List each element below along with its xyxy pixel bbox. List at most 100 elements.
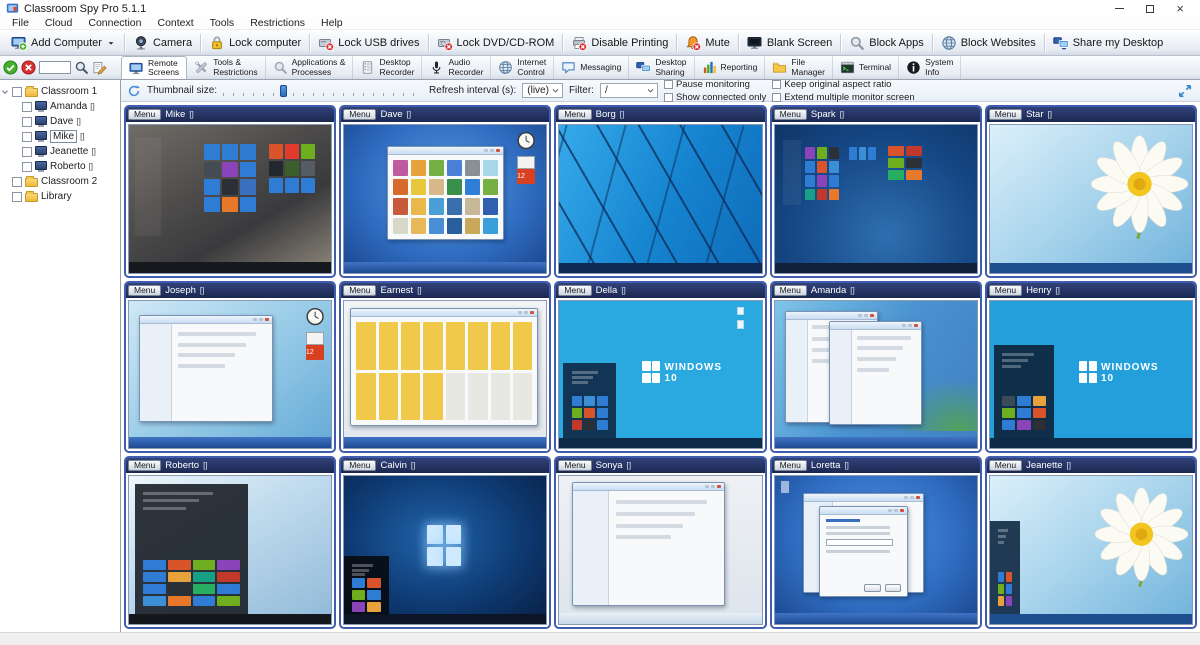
tab-internet-control[interactable]: Internet Control <box>491 56 555 79</box>
slider-thumb[interactable] <box>280 84 288 97</box>
checkbox-box[interactable] <box>663 79 673 89</box>
station-screen[interactable] <box>773 475 978 625</box>
maximize-button[interactable] <box>1146 4 1155 13</box>
tab-desktop-recorder[interactable]: Desktop Recorder <box>353 56 423 79</box>
edit-button[interactable] <box>92 60 107 75</box>
station-screen[interactable] <box>773 299 978 450</box>
station-menu-button[interactable]: Menu <box>128 109 162 120</box>
close-button[interactable]: × <box>1176 2 1184 15</box>
station-menu-button[interactable]: Menu <box>988 460 1023 472</box>
station-menu-button[interactable]: Menu <box>343 284 377 296</box>
tree-checkbox[interactable] <box>22 101 32 112</box>
connect-button[interactable] <box>3 60 18 75</box>
station-screen[interactable] <box>773 124 978 274</box>
thumbnail-size-slider[interactable] <box>223 84 424 97</box>
tab-desktop-sharing[interactable]: Desktop Sharing <box>629 56 695 79</box>
menu-item-help[interactable]: Help <box>313 17 351 29</box>
tab-tools-restrictions[interactable]: Tools & Restrictions <box>187 56 266 79</box>
tree-item-mike[interactable]: Mike[] <box>0 129 120 144</box>
toolbar-button-block-apps[interactable]: Block Apps <box>842 33 930 53</box>
toolbar-button-lock-usb-drives[interactable]: Lock USB drives <box>311 33 426 53</box>
tab-file-manager[interactable]: File Manager <box>765 56 833 79</box>
tab-remote-screens[interactable]: Remote Screens <box>121 56 188 79</box>
station-menu-button[interactable]: Menu <box>558 284 592 296</box>
minimize-button[interactable] <box>1115 8 1125 9</box>
tab-system-info[interactable]: System Info <box>899 56 962 79</box>
menu-item-restrictions[interactable]: Restrictions <box>242 17 313 29</box>
tree-item-jeanette[interactable]: Jeanette[] <box>0 144 120 159</box>
station-screen[interactable] <box>988 475 1193 625</box>
station-menu-button[interactable]: Menu <box>128 284 162 296</box>
tree-expander-icon[interactable] <box>0 88 9 96</box>
tree-checkbox[interactable] <box>22 146 32 157</box>
tree-item-library[interactable]: Library <box>0 189 120 204</box>
station-screen[interactable] <box>128 124 333 274</box>
station-menu-button[interactable]: Menu <box>343 109 377 120</box>
filter-select[interactable]: / <box>599 83 658 98</box>
tree-item-roberto[interactable]: Roberto[] <box>0 159 120 174</box>
checkbox-show-connected-only[interactable]: Show connected only <box>663 92 766 103</box>
tree-checkbox[interactable] <box>12 86 22 97</box>
refresh-icon[interactable] <box>127 84 141 98</box>
toolbar-button-add-computer[interactable]: Add Computer <box>4 33 123 53</box>
station-screen[interactable] <box>343 475 548 625</box>
checkbox-box[interactable] <box>772 92 782 102</box>
station-menu-button[interactable]: Menu <box>128 460 162 472</box>
tree-item-classroom-1[interactable]: Classroom 1 <box>0 84 120 99</box>
station-menu-button[interactable]: Menu <box>773 109 807 120</box>
tree-checkbox[interactable] <box>22 116 32 127</box>
disconnect-button[interactable] <box>21 60 36 75</box>
station-menu-button[interactable]: Menu <box>558 109 592 120</box>
station-screen[interactable] <box>558 124 763 274</box>
menu-item-cloud[interactable]: Cloud <box>37 17 80 29</box>
checkbox-box[interactable] <box>663 92 673 102</box>
toolbar-button-block-websites[interactable]: Block Websites <box>934 33 1043 53</box>
tab-terminal[interactable]: Terminal <box>833 56 900 79</box>
tab-audio-recorder[interactable]: Audio Recorder <box>422 56 492 79</box>
tab-applications-processes[interactable]: Applications & Processes <box>266 56 354 79</box>
menu-item-file[interactable]: File <box>4 17 37 29</box>
station-menu-button[interactable]: Menu <box>558 460 592 472</box>
station-screen[interactable]: WINDOWS 10 <box>558 299 763 450</box>
station-menu-button[interactable]: Menu <box>773 284 807 296</box>
checkbox-keep-original-aspect-ratio[interactable]: Keep original aspect ratio <box>772 79 914 90</box>
search-button[interactable] <box>74 60 89 75</box>
station-menu-button[interactable]: Menu <box>988 109 1023 120</box>
tree-checkbox[interactable] <box>22 131 32 142</box>
station-menu-button[interactable]: Menu <box>988 284 1023 296</box>
station-menu-button[interactable]: Menu <box>773 460 807 472</box>
checkbox-pause-monitoring[interactable]: Pause monitoring <box>663 79 766 90</box>
checkbox-extend-multiple-monitor-screen[interactable]: Extend multiple monitor screen <box>772 92 915 103</box>
tree-checkbox[interactable] <box>12 176 22 187</box>
toolbar-button-lock-dvd-cd-rom[interactable]: Lock DVD/CD-ROM <box>430 33 562 53</box>
toolbar-button-mute[interactable]: Mute <box>678 33 736 53</box>
station-screen[interactable] <box>558 475 763 625</box>
search-input[interactable] <box>39 61 71 74</box>
station-menu-button[interactable]: Menu <box>343 460 377 472</box>
toolbar-button-camera[interactable]: Camera <box>126 33 199 53</box>
tab-reporting[interactable]: Reporting <box>695 56 766 79</box>
tree-item-amanda[interactable]: Amanda[] <box>0 99 120 114</box>
toolbar-button-share-my-desktop[interactable]: Share my Desktop <box>1046 33 1170 53</box>
menu-item-tools[interactable]: Tools <box>202 17 243 29</box>
tile <box>905 145 923 156</box>
tree-checkbox[interactable] <box>22 161 32 172</box>
tree-item-dave[interactable]: Dave[] <box>0 114 120 129</box>
tree-item-classroom-2[interactable]: Classroom 2 <box>0 174 120 189</box>
toolbar-button-lock-computer[interactable]: Lock computer <box>202 33 308 53</box>
menu-item-connection[interactable]: Connection <box>80 17 149 29</box>
refresh-interval-select[interactable]: (live) <box>522 83 563 98</box>
station-screen[interactable]: WINDOWS 10 <box>988 299 1193 450</box>
toolbar-button-blank-screen[interactable]: Blank Screen <box>740 33 839 53</box>
station-screen[interactable]: 12 <box>343 124 548 274</box>
station-screen[interactable] <box>343 299 548 450</box>
tree-checkbox[interactable] <box>12 191 22 202</box>
station-screen[interactable]: 12 <box>128 299 333 450</box>
menu-item-context[interactable]: Context <box>149 17 201 29</box>
checkbox-box[interactable] <box>772 79 782 89</box>
toolbar-button-disable-printing[interactable]: Disable Printing <box>564 33 675 53</box>
station-screen[interactable] <box>988 124 1193 274</box>
station-screen[interactable] <box>128 475 333 625</box>
tab-messaging[interactable]: Messaging <box>554 56 630 79</box>
expand-view-icon[interactable] <box>1178 84 1194 98</box>
